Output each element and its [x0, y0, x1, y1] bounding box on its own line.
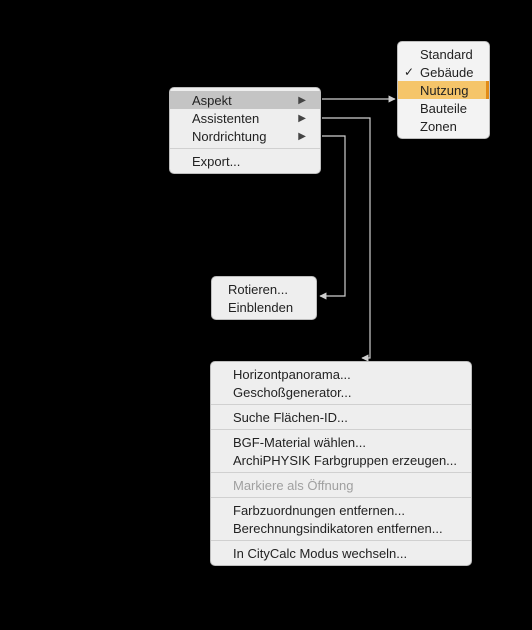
menu-separator: [211, 540, 471, 541]
menu-item-label: Suche Flächen-ID...: [233, 410, 348, 425]
submenu-item-rotieren[interactable]: Rotieren...: [212, 280, 316, 298]
submenu-item-einblenden[interactable]: Einblenden: [212, 298, 316, 316]
menu-item-label: Assistenten: [192, 111, 259, 126]
menu-separator: [211, 404, 471, 405]
nordrichtung-submenu[interactable]: Rotieren... Einblenden: [211, 276, 317, 320]
asst-item-geschossgenerator[interactable]: Geschoßgenerator...: [211, 383, 471, 401]
menu-item-label: Nordrichtung: [192, 129, 266, 144]
submenu-arrow-icon: ▶: [298, 131, 306, 142]
submenu-item-label: Bauteile: [420, 101, 467, 116]
menu-item-label: ArchiPHYSIK Farbgruppen erzeugen...: [233, 453, 457, 468]
asst-item-horizontpanorama[interactable]: Horizontpanorama...: [211, 365, 471, 383]
submenu-arrow-icon: ▶: [298, 95, 306, 106]
submenu-item-bauteile[interactable]: Bauteile: [398, 99, 489, 117]
asst-item-citycalc[interactable]: In CityCalc Modus wechseln...: [211, 544, 471, 562]
menu-item-label: Horizontpanorama...: [233, 367, 351, 382]
menu-item-label: Farbzuordnungen entfernen...: [233, 503, 405, 518]
submenu-item-label: Zonen: [420, 119, 457, 134]
menu-item-export[interactable]: Export...: [170, 152, 320, 170]
menu-item-aspekt[interactable]: Aspekt ▶: [170, 91, 320, 109]
asst-item-archiphysik[interactable]: ArchiPHYSIK Farbgruppen erzeugen...: [211, 451, 471, 469]
menu-item-label: Berechnungsindikatoren entfernen...: [233, 521, 443, 536]
submenu-item-label: Nutzung: [420, 83, 468, 98]
submenu-item-zonen[interactable]: Zonen: [398, 117, 489, 135]
submenu-item-gebaeude[interactable]: Gebäude: [398, 63, 489, 81]
asst-item-markiere-oeffnung: Markiere als Öffnung: [211, 476, 471, 494]
submenu-item-label: Gebäude: [420, 65, 474, 80]
submenu-item-label: Rotieren...: [228, 282, 288, 297]
submenu-item-standard[interactable]: Standard: [398, 45, 489, 63]
assistenten-submenu[interactable]: Horizontpanorama... Geschoßgenerator... …: [210, 361, 472, 566]
menu-separator: [211, 429, 471, 430]
menu-item-label: Export...: [192, 154, 240, 169]
asst-item-berechnungsindikatoren[interactable]: Berechnungsindikatoren entfernen...: [211, 519, 471, 537]
menu-item-nordrichtung[interactable]: Nordrichtung ▶: [170, 127, 320, 145]
asst-item-bgf-material[interactable]: BGF-Material wählen...: [211, 433, 471, 451]
main-context-menu[interactable]: Aspekt ▶ Assistenten ▶ Nordrichtung ▶ Ex…: [169, 87, 321, 174]
submenu-item-label: Einblenden: [228, 300, 293, 315]
menu-item-label: BGF-Material wählen...: [233, 435, 366, 450]
menu-separator: [211, 472, 471, 473]
aspekt-submenu[interactable]: Standard Gebäude Nutzung Bauteile Zonen: [397, 41, 490, 139]
submenu-item-label: Standard: [420, 47, 473, 62]
menu-item-label: Aspekt: [192, 93, 232, 108]
menu-separator: [170, 148, 320, 149]
submenu-item-nutzung[interactable]: Nutzung: [398, 81, 489, 99]
asst-item-farbzuordnungen[interactable]: Farbzuordnungen entfernen...: [211, 501, 471, 519]
asst-item-suche-flaechen-id[interactable]: Suche Flächen-ID...: [211, 408, 471, 426]
menu-item-label: Markiere als Öffnung: [233, 478, 353, 493]
submenu-arrow-icon: ▶: [298, 113, 306, 124]
menu-item-assistenten[interactable]: Assistenten ▶: [170, 109, 320, 127]
menu-item-label: Geschoßgenerator...: [233, 385, 352, 400]
menu-item-label: In CityCalc Modus wechseln...: [233, 546, 407, 561]
menu-separator: [211, 497, 471, 498]
